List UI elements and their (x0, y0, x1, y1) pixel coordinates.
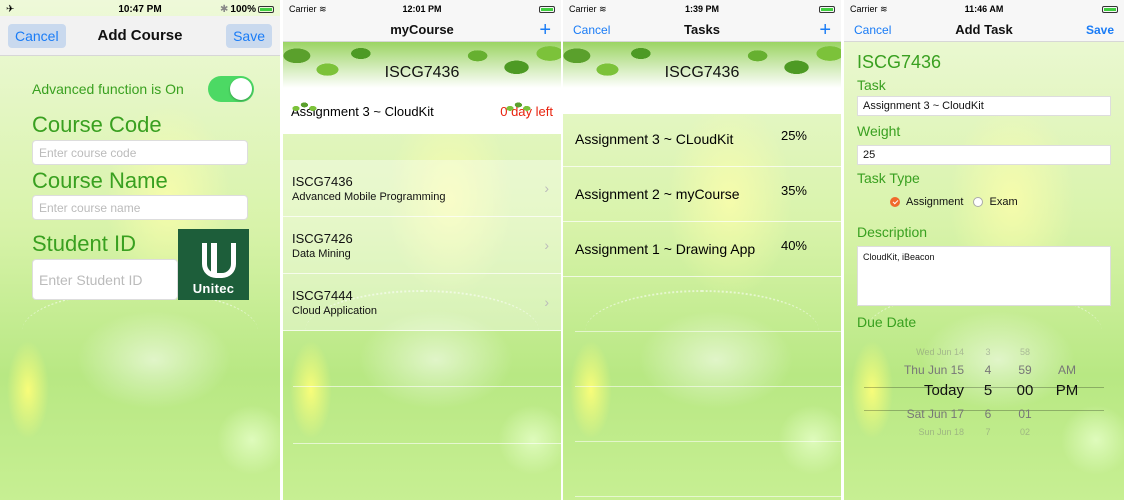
radio-exam[interactable] (973, 197, 984, 207)
leaf-sprig-icon (289, 100, 317, 114)
course-code: ISCG7426 (292, 231, 353, 246)
carrier-label: Carrier ≋ (850, 3, 888, 14)
nav-bar: myCourse + (283, 18, 561, 42)
student-id-label: Student ID (32, 231, 136, 256)
wifi-icon: ≋ (880, 3, 888, 14)
course-code: ISCG7436 (292, 174, 353, 189)
chevron-right-icon: › (544, 180, 549, 196)
course-row[interactable]: ISCG7444 Cloud Application › (283, 274, 561, 331)
battery-icon (539, 5, 555, 13)
course-name: Data Mining (292, 248, 351, 260)
task-name: Assignment 3 ~ CLoudKit (575, 131, 734, 147)
task-weight: 40% (780, 238, 807, 253)
empty-table-rows (563, 277, 841, 497)
course-list: ISCG7436 Advanced Mobile Programming › I… (283, 160, 561, 331)
cancel-button[interactable]: Cancel (854, 23, 891, 37)
course-code-input[interactable]: Enter course code (32, 140, 248, 165)
battery-icon (819, 5, 835, 13)
cancel-button[interactable]: Cancel (8, 23, 66, 48)
nav-title: Add Task (955, 22, 1013, 37)
due-date-picker[interactable]: Wed Jun 14 3 58 Thu Jun 15 4 59 AM Today 5 00 PM… (864, 347, 1104, 445)
empty-table-rows (293, 330, 561, 444)
unitec-logo-text: Unitec (192, 281, 235, 296)
advanced-function-label: Advanced function is On (32, 81, 184, 97)
task-label: Task (857, 77, 886, 93)
task-row[interactable]: Assignment 3 ~ CLoudKit 25% (563, 112, 841, 167)
airplane-icon: ✈ (6, 3, 15, 15)
task-weight: 25% (780, 128, 807, 143)
nav-bar: Cancel Add Course Save (0, 16, 280, 56)
task-type-label: Task Type (857, 170, 920, 186)
cancel-button[interactable]: Cancel (573, 23, 610, 37)
battery-icon (1102, 5, 1118, 13)
status-bar: Carrier ≋ 11:46 AM (844, 0, 1124, 18)
carrier-label: Carrier ≋ (289, 3, 327, 14)
task-row[interactable]: Assignment 2 ~ myCourse 35% (563, 167, 841, 222)
battery-indicator: ✱ 100% (220, 4, 274, 15)
task-input[interactable]: Assignment 3 ~ CloudKit (857, 96, 1111, 116)
status-bar: Carrier ≋ 1:39 PM (563, 0, 841, 18)
task-weight: 35% (780, 183, 807, 198)
bluetooth-icon: ✱ (220, 3, 229, 15)
carrier-label: Carrier ≋ (569, 3, 607, 14)
tasks-screen: Carrier ≋ 1:39 PM Cancel Tasks + ISCG743… (563, 0, 841, 500)
radio-exam-label: Exam (989, 196, 1018, 208)
advanced-function-toggle[interactable] (208, 76, 254, 102)
nav-title: myCourse (390, 22, 454, 37)
add-task-screen: Carrier ≋ 11:46 AM Cancel Add Task Save … (844, 0, 1124, 500)
task-list: Assignment 3 ~ CLoudKit 25% Assignment 2… (563, 112, 841, 497)
course-name-label: Course Name (32, 168, 168, 193)
unitec-logo: Unitec (178, 229, 249, 300)
wifi-icon: ≋ (319, 3, 327, 14)
weight-input[interactable]: 25 (857, 145, 1111, 165)
task-name: Assignment 1 ~ Drawing App (575, 241, 756, 257)
due-date-label: Due Date (857, 314, 917, 330)
battery-icon (258, 5, 274, 13)
leaf-sprig-icon (503, 100, 531, 114)
weight-label: Weight (857, 123, 901, 139)
course-banner: ISCG7436 (563, 42, 841, 114)
course-name-input[interactable]: Enter course name (32, 195, 248, 220)
nav-title: Tasks (684, 22, 720, 37)
radio-assignment-label: Assignment (906, 196, 964, 208)
radio-assignment[interactable] (890, 197, 900, 207)
student-id-input[interactable]: Enter Student ID (32, 259, 178, 300)
unitec-logo-mark (196, 243, 236, 278)
chevron-right-icon: › (544, 237, 549, 253)
course-name: Advanced Mobile Programming (292, 191, 446, 203)
course-code: ISCG7444 (292, 288, 353, 303)
add-task-button[interactable]: + (819, 20, 831, 40)
course-row[interactable]: ISCG7436 Advanced Mobile Programming › (283, 160, 561, 217)
advanced-function-row: Advanced function is On (32, 76, 254, 102)
description-label: Description (857, 224, 928, 240)
nav-title: Add Course (97, 27, 183, 44)
add-course-screen: ✈ 10:47 PM ✱ 100% Cancel Add Course Save… (0, 0, 280, 500)
chevron-right-icon: › (544, 294, 549, 310)
nav-bar: Cancel Tasks + (563, 18, 841, 42)
my-course-screen: Carrier ≋ 12:01 PM myCourse + ISCG7436 A… (283, 0, 561, 500)
task-name: Assignment 2 ~ myCourse (575, 186, 740, 202)
battery-percent: 100% (230, 3, 256, 15)
save-button[interactable]: Save (226, 23, 272, 48)
description-textarea[interactable]: CloudKit, iBeacon (857, 246, 1111, 306)
add-course-button[interactable]: + (539, 20, 551, 40)
status-bar: Carrier ≋ 12:01 PM (283, 0, 561, 18)
task-row[interactable]: Assignment 1 ~ Drawing App 40% (563, 222, 841, 277)
wifi-icon: ≋ (599, 3, 607, 14)
course-name: Cloud Application (292, 305, 378, 317)
course-row[interactable]: ISCG7426 Data Mining › (283, 217, 561, 274)
banner-course-code: ISCG7436 (384, 64, 460, 81)
nav-bar: Cancel Add Task Save (844, 18, 1124, 42)
save-button[interactable]: Save (1086, 23, 1114, 37)
course-code-label: Course Code (32, 112, 162, 137)
task-type-radio-group: Assignment Exam (890, 196, 1018, 208)
banner-course-code: ISCG7436 (664, 64, 740, 81)
course-code-heading: ISCG7436 (857, 52, 942, 72)
